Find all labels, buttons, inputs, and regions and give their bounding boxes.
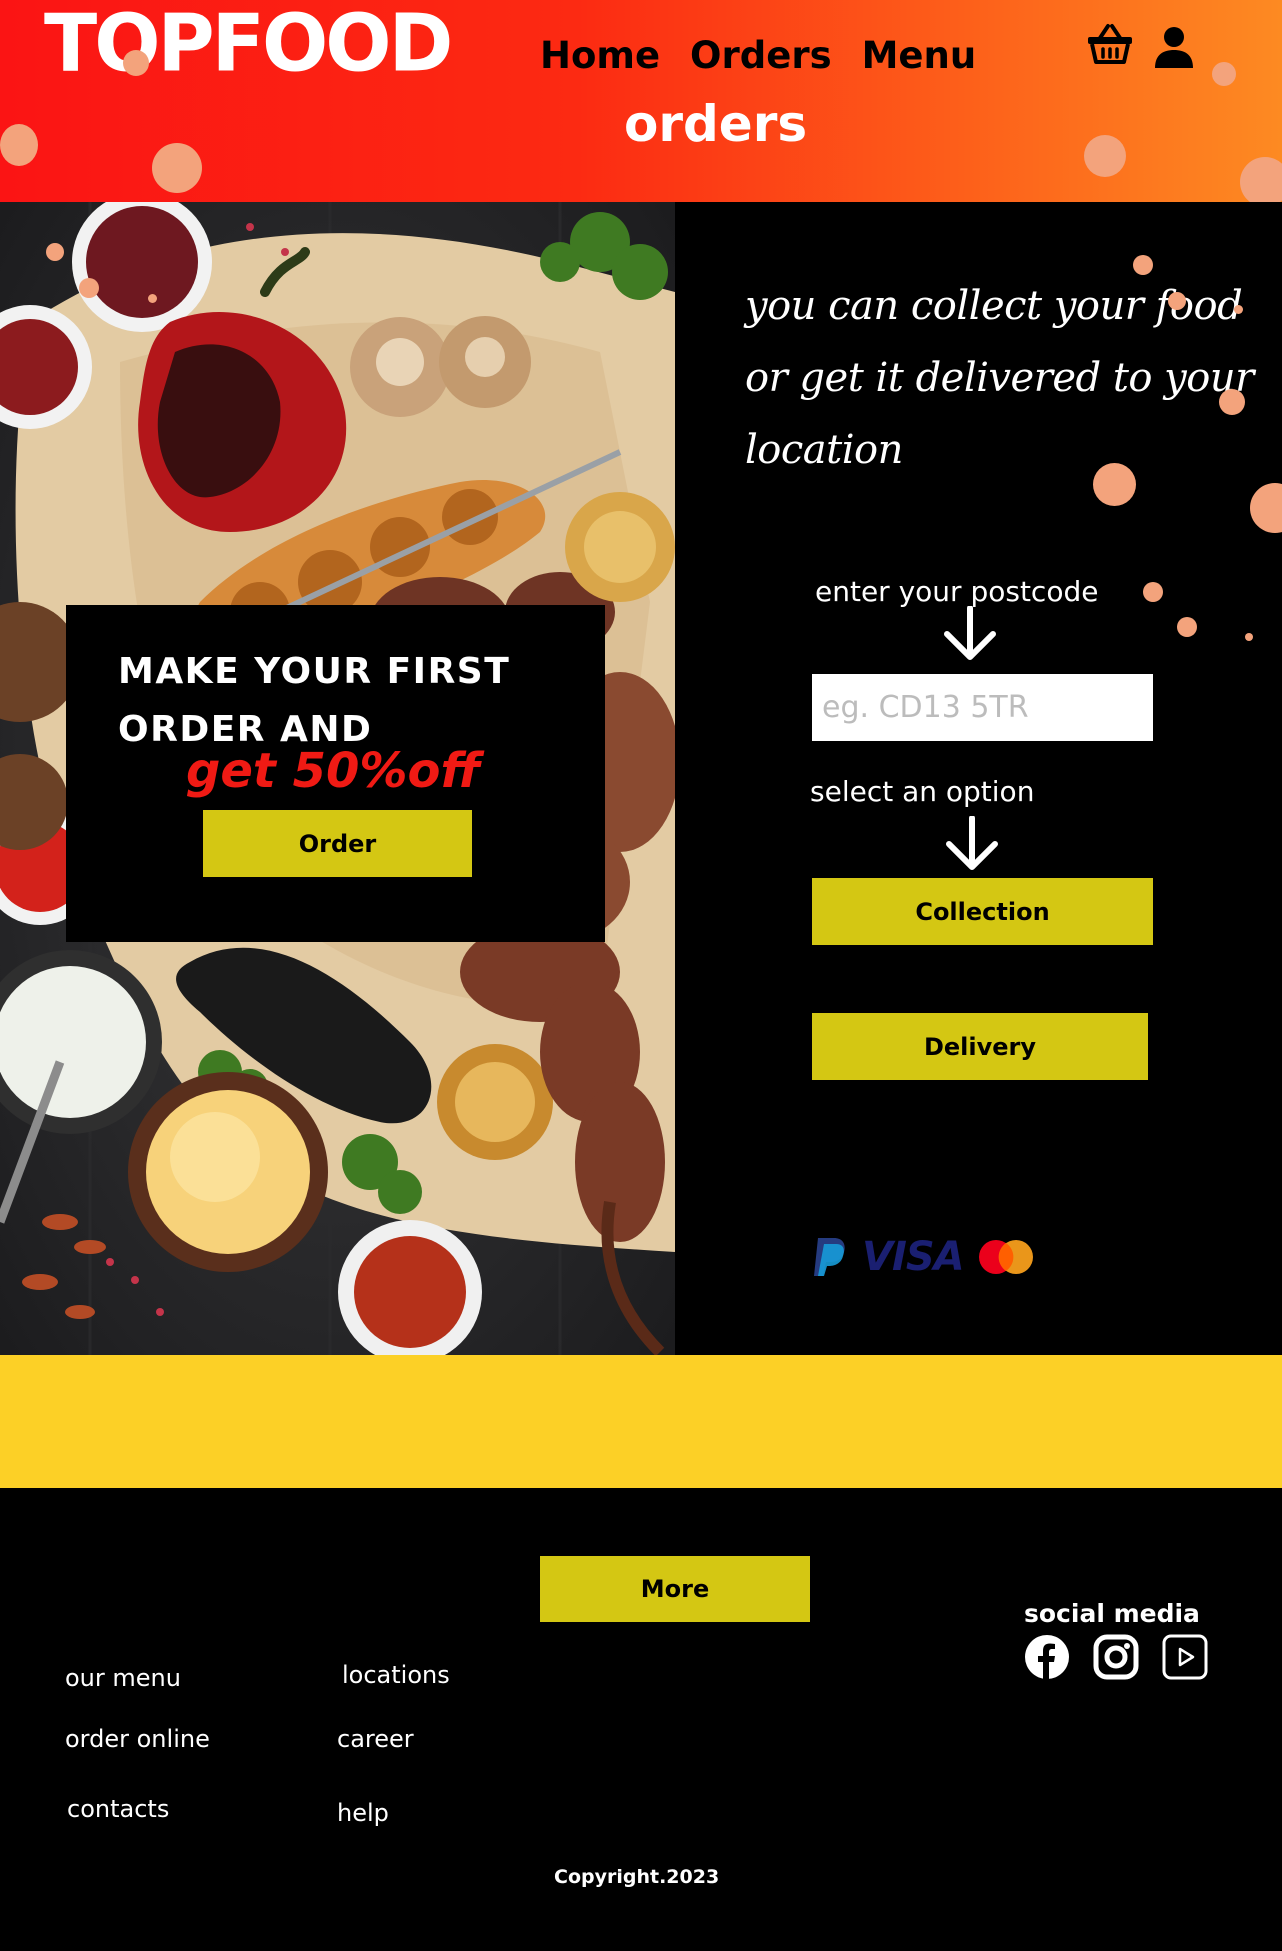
delivery-tagline: you can collect your food or get it deli… [745,283,1254,473]
arrow-down-icon [944,606,996,660]
decor-dot [148,294,157,303]
decor-dot [1245,633,1253,641]
promo-card: MAKE YOUR FIRST ORDER AND get 50%off Ord… [66,605,605,942]
order-button[interactable]: Order [203,810,472,877]
decor-dot [152,143,202,193]
option-label: select an option [810,775,1035,808]
promo-discount: get 50%off [186,743,481,799]
decor-dot [1168,292,1186,310]
decor-dot [0,124,38,166]
delivery-button[interactable]: Delivery [812,1013,1148,1080]
footer-link-our-menu[interactable]: our menu [65,1664,181,1692]
decor-dot [1177,617,1197,637]
site-logo[interactable]: TOPFOOD [44,0,453,89]
nav-menu[interactable]: Menu [862,34,977,77]
nav-home[interactable]: Home [540,34,660,77]
paypal-icon [814,1238,845,1276]
youtube-icon[interactable] [1162,1634,1208,1680]
footer-link-help[interactable]: help [337,1799,389,1827]
decor-dot [1240,157,1282,202]
decor-dot [1143,582,1163,602]
footer-link-order-online[interactable]: order online [65,1725,210,1753]
decor-dot [1219,389,1245,415]
decor-dot [1133,255,1153,275]
footer-link-contacts[interactable]: contacts [67,1795,169,1823]
decor-dot [1212,62,1236,86]
decor-dot [79,278,99,298]
decor-dot [1093,463,1136,506]
payment-methods: VISA [812,1232,1034,1282]
basket-icon[interactable] [1086,22,1134,66]
yellow-band [0,1355,1282,1488]
social-media-title: social media [1024,1599,1200,1628]
postcode-input[interactable] [812,674,1153,741]
collection-button[interactable]: Collection [812,878,1153,945]
postcode-label: enter your postcode [815,575,1099,608]
decor-dot [123,50,149,76]
visa-logo: VISA [862,1234,965,1280]
user-icon[interactable] [1154,26,1194,70]
copyright-text: Copyright.2023 [554,1866,720,1888]
instagram-icon[interactable] [1093,1634,1139,1680]
decor-dot [1234,305,1243,314]
decor-dot [46,243,64,261]
arrow-down-icon [946,816,998,870]
site-header: TOPFOOD Home Orders Menu orders [0,0,1282,202]
facebook-icon[interactable] [1024,1634,1070,1680]
more-button[interactable]: More [540,1556,810,1622]
footer-link-career[interactable]: career [337,1725,414,1753]
main-nav: Home Orders Menu [540,34,976,77]
nav-orders[interactable]: Orders [690,34,832,77]
footer-link-locations[interactable]: locations [342,1661,450,1689]
decor-dot [1084,135,1126,177]
page-title: orders [624,95,808,153]
promo-title: MAKE YOUR FIRST ORDER AND [118,651,511,750]
mastercard-icon [978,1240,1033,1274]
